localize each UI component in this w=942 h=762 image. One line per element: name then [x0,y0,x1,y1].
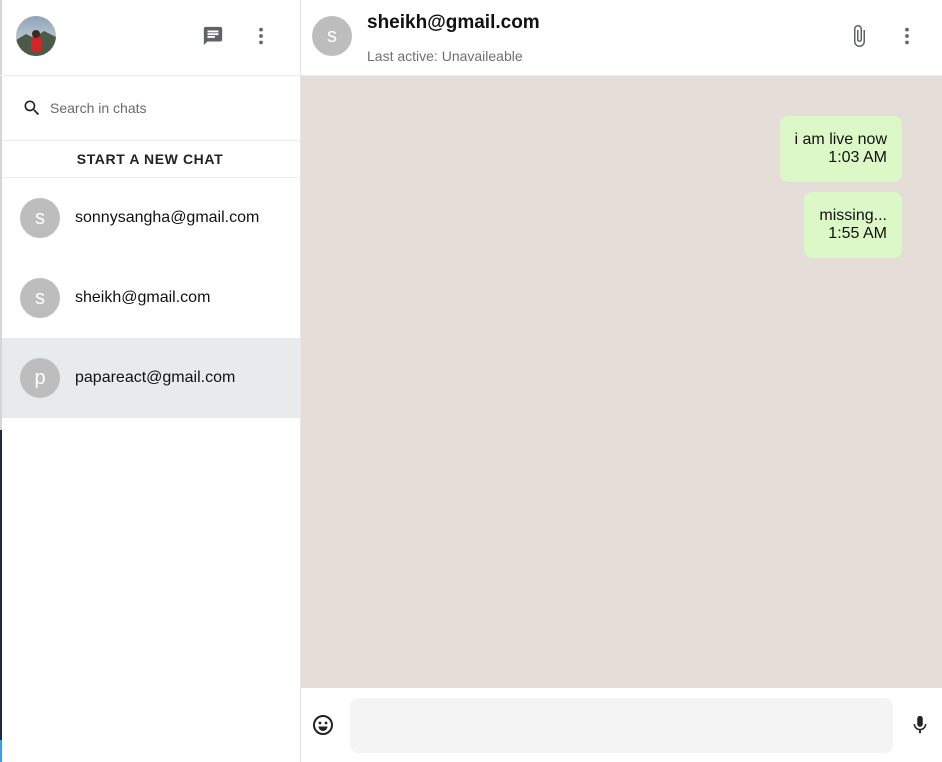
window-edge [0,0,2,762]
contact-email: sheikh@gmail.com [75,289,211,306]
search-icon [24,100,40,116]
recipient-avatar[interactable]: s [312,16,352,56]
app: START A NEW CHAT s sonnysangha@gmail.com… [0,0,942,762]
search-input[interactable] [48,99,268,117]
emoji-icon [313,715,333,735]
contact-avatar: p [20,358,60,398]
sidebar-menu-button[interactable] [247,22,275,50]
chat-list: s sonnysangha@gmail.com s sheikh@gmail.c… [0,178,300,418]
paperclip-icon [854,25,865,47]
recipient-email: sheikh@gmail.com [367,12,540,33]
vertical-dots-icon [259,27,263,45]
chat-list-item[interactable]: s sheikh@gmail.com [0,258,300,338]
vertical-dots-icon [905,27,909,45]
sidebar-header [0,0,300,76]
contact-email: sonnysangha@gmail.com [75,209,260,226]
message-bubble: missing... 1:55 AM [804,192,902,258]
contact-email: papareact@gmail.com [75,369,236,386]
message-area: i am live now 1:03 AM missing... 1:55 AM [301,76,942,688]
new-message-button[interactable] [199,22,227,50]
chat-list-item[interactable]: p papareact@gmail.com [0,338,300,418]
message-composer [301,688,942,762]
emoji-button[interactable] [309,711,337,739]
start-new-chat-button[interactable]: START A NEW CHAT [0,141,300,178]
message-text: missing... [819,207,887,224]
user-avatar[interactable] [16,16,56,56]
message-text: i am live now [794,131,887,148]
microphone-button[interactable] [906,711,934,739]
attach-button[interactable] [845,22,873,50]
chat-header: s sheikh@gmail.com Last active: Unavaile… [301,0,942,76]
message-bubble: i am live now 1:03 AM [779,116,902,182]
sidebar: START A NEW CHAT s sonnysangha@gmail.com… [0,0,301,762]
message-time: 1:55 AM [828,225,887,242]
message-time: 1:03 AM [828,149,887,166]
search-bar [0,76,300,141]
chat-menu-button[interactable] [893,22,921,50]
contact-avatar: s [20,198,60,238]
last-active-status: Last active: Unavaileable [367,48,523,64]
chat-bubble-icon [203,26,223,46]
chat-panel: s sheikh@gmail.com Last active: Unavaile… [301,0,942,762]
message-input[interactable] [350,698,893,753]
chat-list-item[interactable]: s sonnysangha@gmail.com [0,178,300,258]
avatar-photo [16,16,56,56]
microphone-icon [913,715,927,734]
contact-avatar: s [20,278,60,318]
